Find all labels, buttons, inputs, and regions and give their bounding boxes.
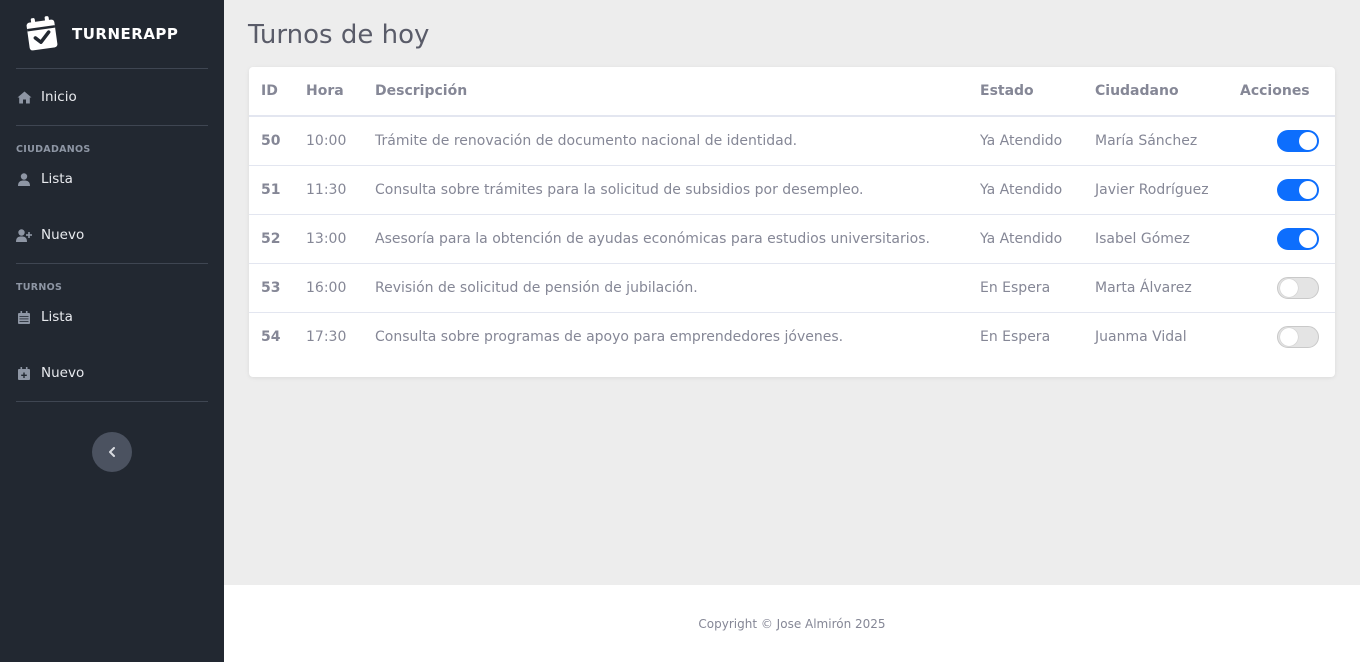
sidebar-item-inicio[interactable]: Inicio — [0, 69, 224, 125]
sidebar-item-label: Lista — [41, 309, 73, 325]
page-title: Turnos de hoy — [248, 20, 430, 50]
cell-ciudadano: Juanma Vidal — [1095, 328, 1187, 345]
cell-id: 53 — [249, 263, 306, 313]
cell-estado: En Espera — [980, 263, 1095, 313]
home-icon — [16, 89, 32, 105]
user-icon — [16, 171, 32, 187]
toggle-knob — [1299, 131, 1317, 150]
sidebar-item-turnos-nuevo[interactable]: Nuevo — [0, 345, 224, 401]
calendar-icon — [16, 309, 32, 325]
table-row: 53 16:00 Revisión de solicitud de pensió… — [249, 263, 1335, 313]
cell-estado: En Espera — [980, 328, 1051, 345]
column-header-descripcion: Descripción — [375, 67, 980, 117]
sidebar-item-label: Nuevo — [41, 365, 85, 381]
table-row: 52 13:00 Asesoría para la obtención de a… — [249, 214, 1335, 264]
copyright-text: Copyright © Jose Almirón 2025 — [698, 616, 886, 631]
cell-estado: Ya Atendido — [980, 214, 1095, 264]
divider — [16, 401, 208, 402]
main-content: Turnos de hoy ID Hora Descripción Estado… — [224, 0, 1360, 585]
cell-id: 52 — [249, 214, 306, 264]
divider — [16, 263, 208, 264]
toggle-knob — [1280, 327, 1298, 346]
column-header-ciudadano: Ciudadano — [1095, 67, 1240, 117]
divider — [16, 125, 208, 126]
footer: Copyright © Jose Almirón 2025 — [224, 585, 1360, 662]
sidebar: TURNERAPP Inicio CIUDADANOS Lista Nuevo … — [0, 0, 224, 662]
cell-descripcion: Trámite de renovación de documento nacio… — [375, 116, 980, 166]
column-header-hora: Hora — [306, 67, 375, 117]
sidebar-collapse-button[interactable] — [92, 432, 132, 472]
cell-acciones — [1240, 165, 1335, 215]
sidebar-item-label: Lista — [41, 171, 73, 187]
cell-descripcion: Consulta sobre trámites para la solicitu… — [375, 165, 980, 215]
attended-toggle[interactable] — [1277, 276, 1319, 299]
cell-acciones — [1240, 116, 1335, 166]
cell-acciones — [1240, 214, 1335, 264]
cell-ciudadano: Isabel Gómez — [1095, 214, 1240, 264]
table-row: 51 11:30 Consulta sobre trámites para la… — [249, 165, 1335, 215]
cell-acciones — [1240, 263, 1335, 313]
cell-id: 54 — [261, 328, 281, 345]
sidebar-item-label: Nuevo — [41, 227, 85, 243]
attended-toggle[interactable] — [1277, 325, 1319, 348]
cell-descripcion: Asesoría para la obtención de ayudas eco… — [375, 214, 980, 264]
cell-hora: 16:00 — [306, 263, 375, 313]
cell-acciones — [1240, 312, 1335, 361]
cell-hora: 10:00 — [306, 116, 375, 166]
cell-descripcion: Revisión de solicitud de pensión de jubi… — [375, 263, 980, 313]
turnos-table-card: ID Hora Descripción Estado Ciudadano Acc… — [249, 67, 1335, 377]
cell-ciudadano: Marta Álvarez — [1095, 263, 1240, 313]
attended-toggle[interactable] — [1277, 227, 1319, 250]
cell-id: 51 — [249, 165, 306, 215]
attended-toggle[interactable] — [1277, 178, 1319, 201]
table-header-row: ID Hora Descripción Estado Ciudadano Acc… — [249, 67, 1335, 117]
cell-estado: Ya Atendido — [980, 165, 1095, 215]
sidebar-item-ciudadanos-lista[interactable]: Lista — [0, 151, 224, 207]
calendar-check-icon — [26, 16, 58, 51]
cell-descripcion: Consulta sobre programas de apoyo para e… — [375, 328, 844, 345]
attended-toggle[interactable] — [1277, 129, 1319, 152]
cell-estado: Ya Atendido — [980, 116, 1095, 166]
column-header-estado: Estado — [980, 67, 1095, 117]
cell-ciudadano: Javier Rodríguez — [1095, 165, 1240, 215]
cell-hora: 13:00 — [306, 214, 375, 264]
cell-ciudadano: María Sánchez — [1095, 116, 1240, 166]
chevron-left-icon — [109, 447, 115, 457]
brand-name: TURNERAPP — [72, 25, 179, 43]
cell-id: 50 — [249, 116, 306, 166]
column-header-id: ID — [249, 67, 306, 117]
turnos-table: ID Hora Descripción Estado Ciudadano Acc… — [249, 67, 1335, 361]
sidebar-item-label: Inicio — [41, 89, 77, 105]
calendar-plus-icon — [16, 365, 32, 381]
cell-hora: 11:30 — [306, 165, 375, 215]
table-row: 54 17:30 Consulta sobre programas de apo… — [249, 312, 1335, 361]
cell-hora: 17:30 — [306, 328, 347, 345]
table-row: 50 10:00 Trámite de renovación de docume… — [249, 116, 1335, 166]
toggle-knob — [1299, 180, 1317, 199]
toggle-knob — [1299, 229, 1317, 248]
user-plus-icon — [16, 227, 32, 243]
sidebar-item-turnos-lista[interactable]: Lista — [0, 289, 224, 345]
sidebar-item-ciudadanos-nuevo[interactable]: Nuevo — [0, 207, 224, 263]
column-header-acciones: Acciones — [1240, 67, 1335, 117]
brand[interactable]: TURNERAPP — [0, 0, 224, 68]
toggle-knob — [1280, 278, 1298, 297]
